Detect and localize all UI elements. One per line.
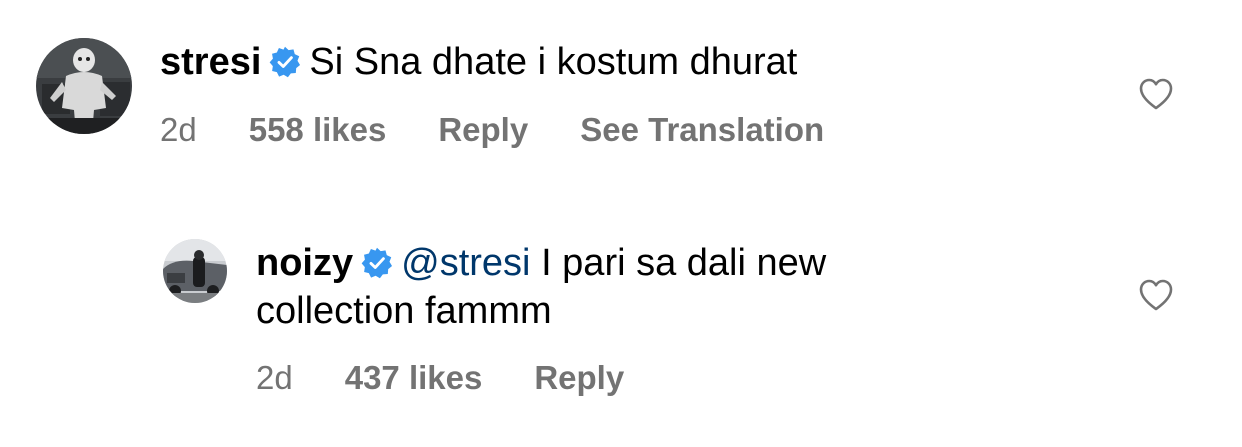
comment-username[interactable]: stresi (160, 41, 261, 83)
user-avatar[interactable] (36, 38, 132, 134)
comment-item: stresi Si Sna dhate i kostum dhurat 2d 558… (0, 0, 1242, 200)
comment-meta: 2d 558 likes Reply See Translation (160, 110, 824, 150)
reply-username[interactable]: noizy (256, 242, 353, 284)
likes-count-link[interactable]: 558 likes (249, 110, 387, 150)
reply-body: noizy @stresi I pari sa dali new collecti… (256, 239, 956, 335)
like-heart-icon[interactable] (1138, 77, 1174, 111)
reply-meta: 2d 437 likes Reply (256, 358, 676, 398)
comment-body: stresi Si Sna dhate i kostum dhurat (160, 38, 1060, 86)
verified-badge-icon (361, 247, 393, 279)
reply-button[interactable]: Reply (534, 358, 624, 398)
likes-count-link[interactable]: 437 likes (345, 358, 483, 398)
user-avatar[interactable] (163, 239, 227, 303)
avatar-person-car-icon (163, 239, 227, 303)
mention-link[interactable]: @stresi (401, 242, 530, 284)
reply-button[interactable]: Reply (438, 110, 528, 150)
reply-timestamp: 2d (256, 359, 293, 396)
avatar-masked-person-icon (36, 38, 132, 134)
reply-item: noizy @stresi I pari sa dali new collecti… (0, 220, 1242, 447)
like-heart-icon[interactable] (1138, 278, 1174, 312)
comment-text: Si Sna dhate i kostum dhurat (309, 41, 798, 83)
see-translation-button[interactable]: See Translation (580, 110, 824, 150)
verified-badge-icon (269, 46, 301, 78)
comment-timestamp: 2d (160, 111, 197, 148)
